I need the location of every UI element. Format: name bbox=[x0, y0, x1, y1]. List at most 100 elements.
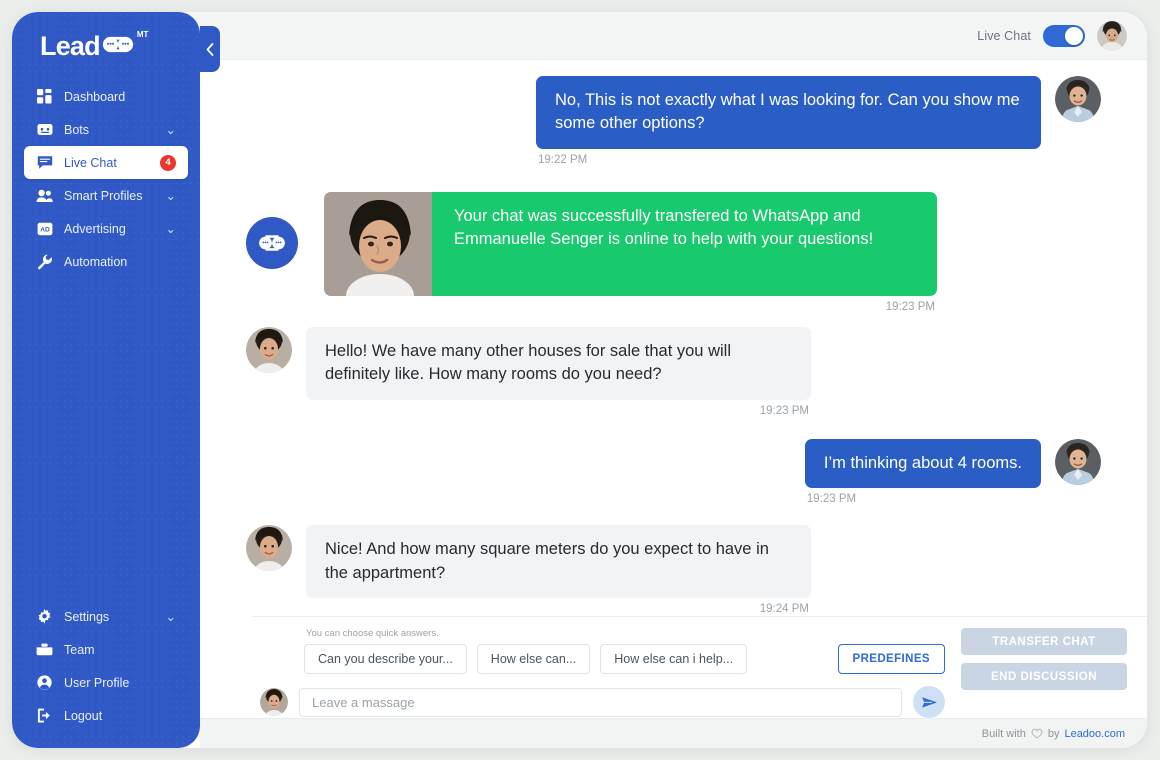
message-bubble: Nice! And how many square meters do you … bbox=[306, 525, 811, 598]
visitor-avatar bbox=[1055, 76, 1101, 122]
footer-built-with: Built with bbox=[981, 727, 1026, 740]
logo-row: Lead MT bbox=[12, 12, 200, 74]
sidebar-label: Dashboard bbox=[64, 89, 126, 104]
quick-answers-label: You can choose quick answers. bbox=[306, 628, 439, 639]
wrench-icon bbox=[36, 253, 53, 270]
message-stack: Your chat was successfully transfered to… bbox=[324, 191, 937, 313]
svg-text:AD: AD bbox=[40, 226, 50, 233]
sidebar-label: Live Chat bbox=[64, 155, 117, 170]
transfer-message: Your chat was successfully transfered to… bbox=[324, 191, 937, 296]
sidebar-label: Logout bbox=[64, 708, 103, 723]
sidebar-item-team[interactable]: Team bbox=[24, 633, 188, 666]
sidebar-item-bots[interactable]: Bots ⌄ bbox=[24, 113, 188, 146]
message-time: 19:22 PM bbox=[538, 153, 588, 166]
sidebar-item-advertising[interactable]: AD Advertising ⌄ bbox=[24, 212, 188, 245]
footer-leadoo-link[interactable]: Leadoo.com bbox=[1064, 728, 1125, 740]
composer-avatar bbox=[260, 688, 288, 716]
message-time: 19:23 PM bbox=[885, 300, 935, 313]
sidebar-collapse-button[interactable] bbox=[200, 26, 220, 72]
chat-icon bbox=[36, 154, 53, 171]
sidebar-item-settings[interactable]: Settings ⌄ bbox=[24, 600, 188, 633]
message-stack: Hello! We have many other houses for sal… bbox=[306, 326, 811, 417]
leadoo-logo[interactable]: Lead MT bbox=[40, 29, 149, 61]
sidebar-label: Settings bbox=[64, 609, 110, 624]
agent-avatar bbox=[246, 525, 292, 572]
bot-avatar-badge bbox=[246, 216, 298, 269]
transfer-chat-button[interactable]: TRANSFER CHAT bbox=[961, 628, 1127, 655]
message-row: No, This is not exactly what I was looki… bbox=[246, 76, 1101, 166]
sidebar-label: User Profile bbox=[64, 675, 130, 690]
sidebar-nav: Dashboard Bots ⌄ Live Chat 4 Smart Profi… bbox=[12, 80, 200, 278]
app-window: Live Chat Lead MT Dashboard Bots ⌄ Live … bbox=[12, 12, 1147, 748]
heart-icon bbox=[1031, 728, 1043, 739]
agent-photo bbox=[324, 191, 432, 296]
quick-answers-row: Can you describe your... How else can...… bbox=[304, 644, 945, 674]
message-row: Hello! We have many other houses for sal… bbox=[246, 326, 1101, 417]
people-icon bbox=[36, 187, 53, 204]
message-row-inner: Hello! We have many other houses for sal… bbox=[246, 326, 811, 417]
top-bar-right: Live Chat bbox=[977, 20, 1127, 51]
logo-superscript: MT bbox=[136, 29, 149, 39]
sidebar-item-user-profile[interactable]: User Profile bbox=[24, 666, 188, 699]
message-bubble: Your chat was successfully transfered to… bbox=[432, 191, 937, 296]
live-chat-toggle[interactable] bbox=[1043, 24, 1085, 47]
sidebar-label: Advertising bbox=[64, 221, 126, 236]
chevron-down-icon: ⌄ bbox=[165, 123, 176, 137]
message-bubble: No, This is not exactly what I was looki… bbox=[536, 76, 1041, 149]
chevron-down-icon: ⌄ bbox=[165, 189, 176, 203]
logo-infinity-icon bbox=[101, 30, 135, 57]
message-stack: No, This is not exactly what I was looki… bbox=[536, 76, 1041, 166]
chevron-down-icon: ⌄ bbox=[165, 610, 176, 624]
message-input-row bbox=[260, 686, 945, 718]
sidebar-item-live-chat[interactable]: Live Chat 4 bbox=[24, 146, 188, 179]
send-icon bbox=[921, 696, 937, 708]
message-row-inner: No, This is not exactly what I was looki… bbox=[536, 76, 1101, 166]
message-bubble: Hello! We have many other houses for sal… bbox=[306, 326, 811, 400]
quick-answer-chip-1[interactable]: Can you describe your... bbox=[304, 644, 467, 674]
message-row-inner: Your chat was successfully transfered to… bbox=[246, 191, 937, 313]
message-stack: I’m thinking about 4 rooms. 19:23 PM bbox=[804, 438, 1041, 506]
quick-answer-chip-2[interactable]: How else can... bbox=[476, 644, 591, 674]
header-avatar[interactable] bbox=[1097, 20, 1127, 51]
visitor-avatar bbox=[1055, 438, 1101, 485]
chevron-down-icon: ⌄ bbox=[165, 222, 176, 236]
sidebar-item-smart-profiles[interactable]: Smart Profiles ⌄ bbox=[24, 179, 188, 212]
sidebar-label: Smart Profiles bbox=[64, 188, 143, 203]
send-button[interactable] bbox=[913, 686, 945, 718]
live-chat-toggle-label: Live Chat bbox=[977, 28, 1031, 43]
footer: Built with by Leadoo.com bbox=[200, 718, 1147, 748]
toggle-knob bbox=[1065, 26, 1083, 45]
bot-icon bbox=[36, 121, 53, 138]
message-time: 19:24 PM bbox=[759, 602, 809, 615]
composer: You can choose quick answers. Can you de… bbox=[252, 616, 1147, 718]
message-list[interactable]: No, This is not exactly what I was looki… bbox=[200, 60, 1147, 616]
dashboard-icon bbox=[36, 88, 53, 105]
message-time: 19:23 PM bbox=[759, 404, 809, 417]
user-icon bbox=[36, 674, 53, 691]
message-input[interactable] bbox=[299, 687, 902, 717]
sidebar-item-logout[interactable]: Logout bbox=[24, 699, 188, 732]
message-row-inner: Nice! And how many square meters do you … bbox=[246, 525, 811, 615]
predefines-button[interactable]: PREDEFINES bbox=[837, 644, 945, 674]
logout-icon bbox=[36, 707, 53, 724]
sidebar-nav-bottom: Settings ⌄ Team User Profile Logout bbox=[12, 600, 200, 748]
message-time: 19:23 PM bbox=[806, 493, 857, 506]
logo-wordmark: Lead bbox=[40, 30, 101, 61]
sidebar-label: Bots bbox=[64, 122, 90, 137]
composer-actions: TRANSFER CHAT END DISCUSSION bbox=[953, 628, 1147, 690]
sidebar-label: Automation bbox=[64, 254, 128, 269]
team-icon bbox=[36, 641, 53, 658]
message-stack: Nice! And how many square meters do you … bbox=[306, 525, 811, 615]
end-discussion-button[interactable]: END DISCUSSION bbox=[961, 663, 1127, 690]
sidebar-item-automation[interactable]: Automation bbox=[24, 245, 188, 278]
chat-pane: No, This is not exactly what I was looki… bbox=[200, 60, 1147, 748]
sidebar: Lead MT Dashboard Bots ⌄ Live Chat 4 Sma… bbox=[12, 12, 220, 748]
message-row-inner: I’m thinking about 4 rooms. 19:23 PM bbox=[804, 438, 1101, 506]
live-chat-badge: 4 bbox=[160, 154, 176, 171]
sidebar-item-dashboard[interactable]: Dashboard bbox=[24, 80, 188, 113]
message-bubble: I’m thinking about 4 rooms. bbox=[804, 438, 1041, 489]
message-row: I’m thinking about 4 rooms. 19:23 PM bbox=[246, 438, 1101, 506]
quick-answer-chip-3[interactable]: How else can i help... bbox=[600, 644, 748, 674]
gear-icon bbox=[36, 608, 53, 625]
